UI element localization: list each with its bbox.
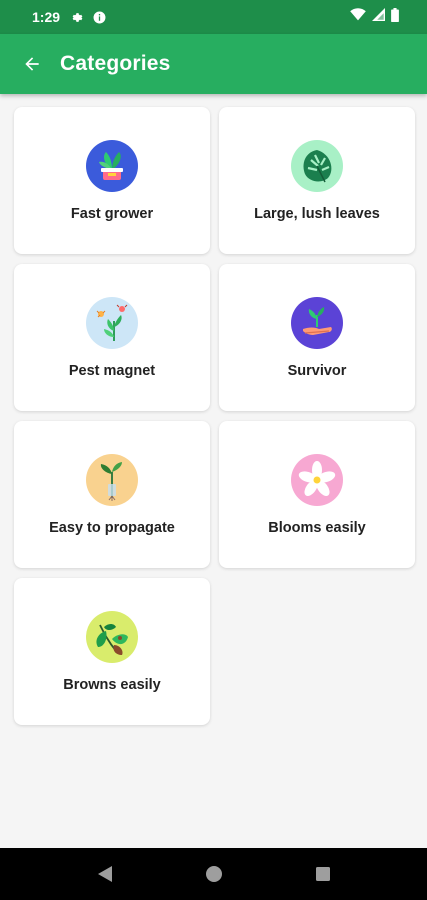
category-label: Blooms easily — [268, 520, 366, 536]
status-time: 1:29 — [32, 9, 61, 25]
category-label: Browns easily — [63, 677, 161, 693]
potted-plant-icon — [86, 140, 138, 192]
app-bar: Categories — [0, 34, 427, 94]
category-card-blooms-easily[interactable]: Blooms easily — [219, 421, 415, 568]
monstera-leaf-icon — [291, 140, 343, 192]
status-bar: 1:29 — [0, 0, 427, 34]
cell-signal-icon — [372, 8, 385, 26]
page-title: Categories — [60, 52, 171, 75]
category-card-large-lush-leaves[interactable]: Large, lush leaves — [219, 107, 415, 254]
info-circle-icon — [92, 10, 106, 24]
category-card-fast-grower[interactable]: Fast grower — [14, 107, 210, 254]
circle-home-icon — [205, 866, 222, 882]
system-nav-bar — [0, 848, 427, 900]
category-card-pest-magnet[interactable]: Pest magnet — [14, 264, 210, 411]
square-recents-icon — [315, 867, 330, 881]
back-button[interactable] — [12, 44, 52, 84]
brown-leaves-icon — [86, 611, 138, 663]
category-card-survivor[interactable]: Survivor — [219, 264, 415, 411]
settings-gear-icon — [70, 10, 84, 24]
battery-icon — [391, 7, 399, 27]
arrow-back-icon — [25, 57, 39, 71]
nav-recents-button[interactable] — [301, 852, 345, 896]
category-label: Easy to propagate — [49, 520, 175, 536]
cutting-sprout-icon — [86, 454, 138, 506]
category-label: Fast grower — [70, 206, 154, 222]
category-label: Large, lush leaves — [254, 206, 380, 222]
category-grid: Fast grower Large, lush leaves Pest magn… — [14, 107, 415, 725]
category-label: Survivor — [287, 363, 347, 379]
category-label: Pest magnet — [68, 363, 156, 379]
flower-icon — [291, 454, 343, 506]
category-card-browns-easily[interactable]: Browns easily — [14, 578, 210, 725]
nav-back-button[interactable] — [83, 852, 127, 896]
wifi-icon — [350, 8, 366, 26]
triangle-back-icon — [97, 866, 112, 882]
category-card-easy-to-propagate[interactable]: Easy to propagate — [14, 421, 210, 568]
hand-sprout-icon — [291, 297, 343, 349]
status-indicators — [350, 7, 399, 27]
bug-plant-icon — [86, 297, 138, 349]
nav-home-button[interactable] — [192, 852, 236, 896]
